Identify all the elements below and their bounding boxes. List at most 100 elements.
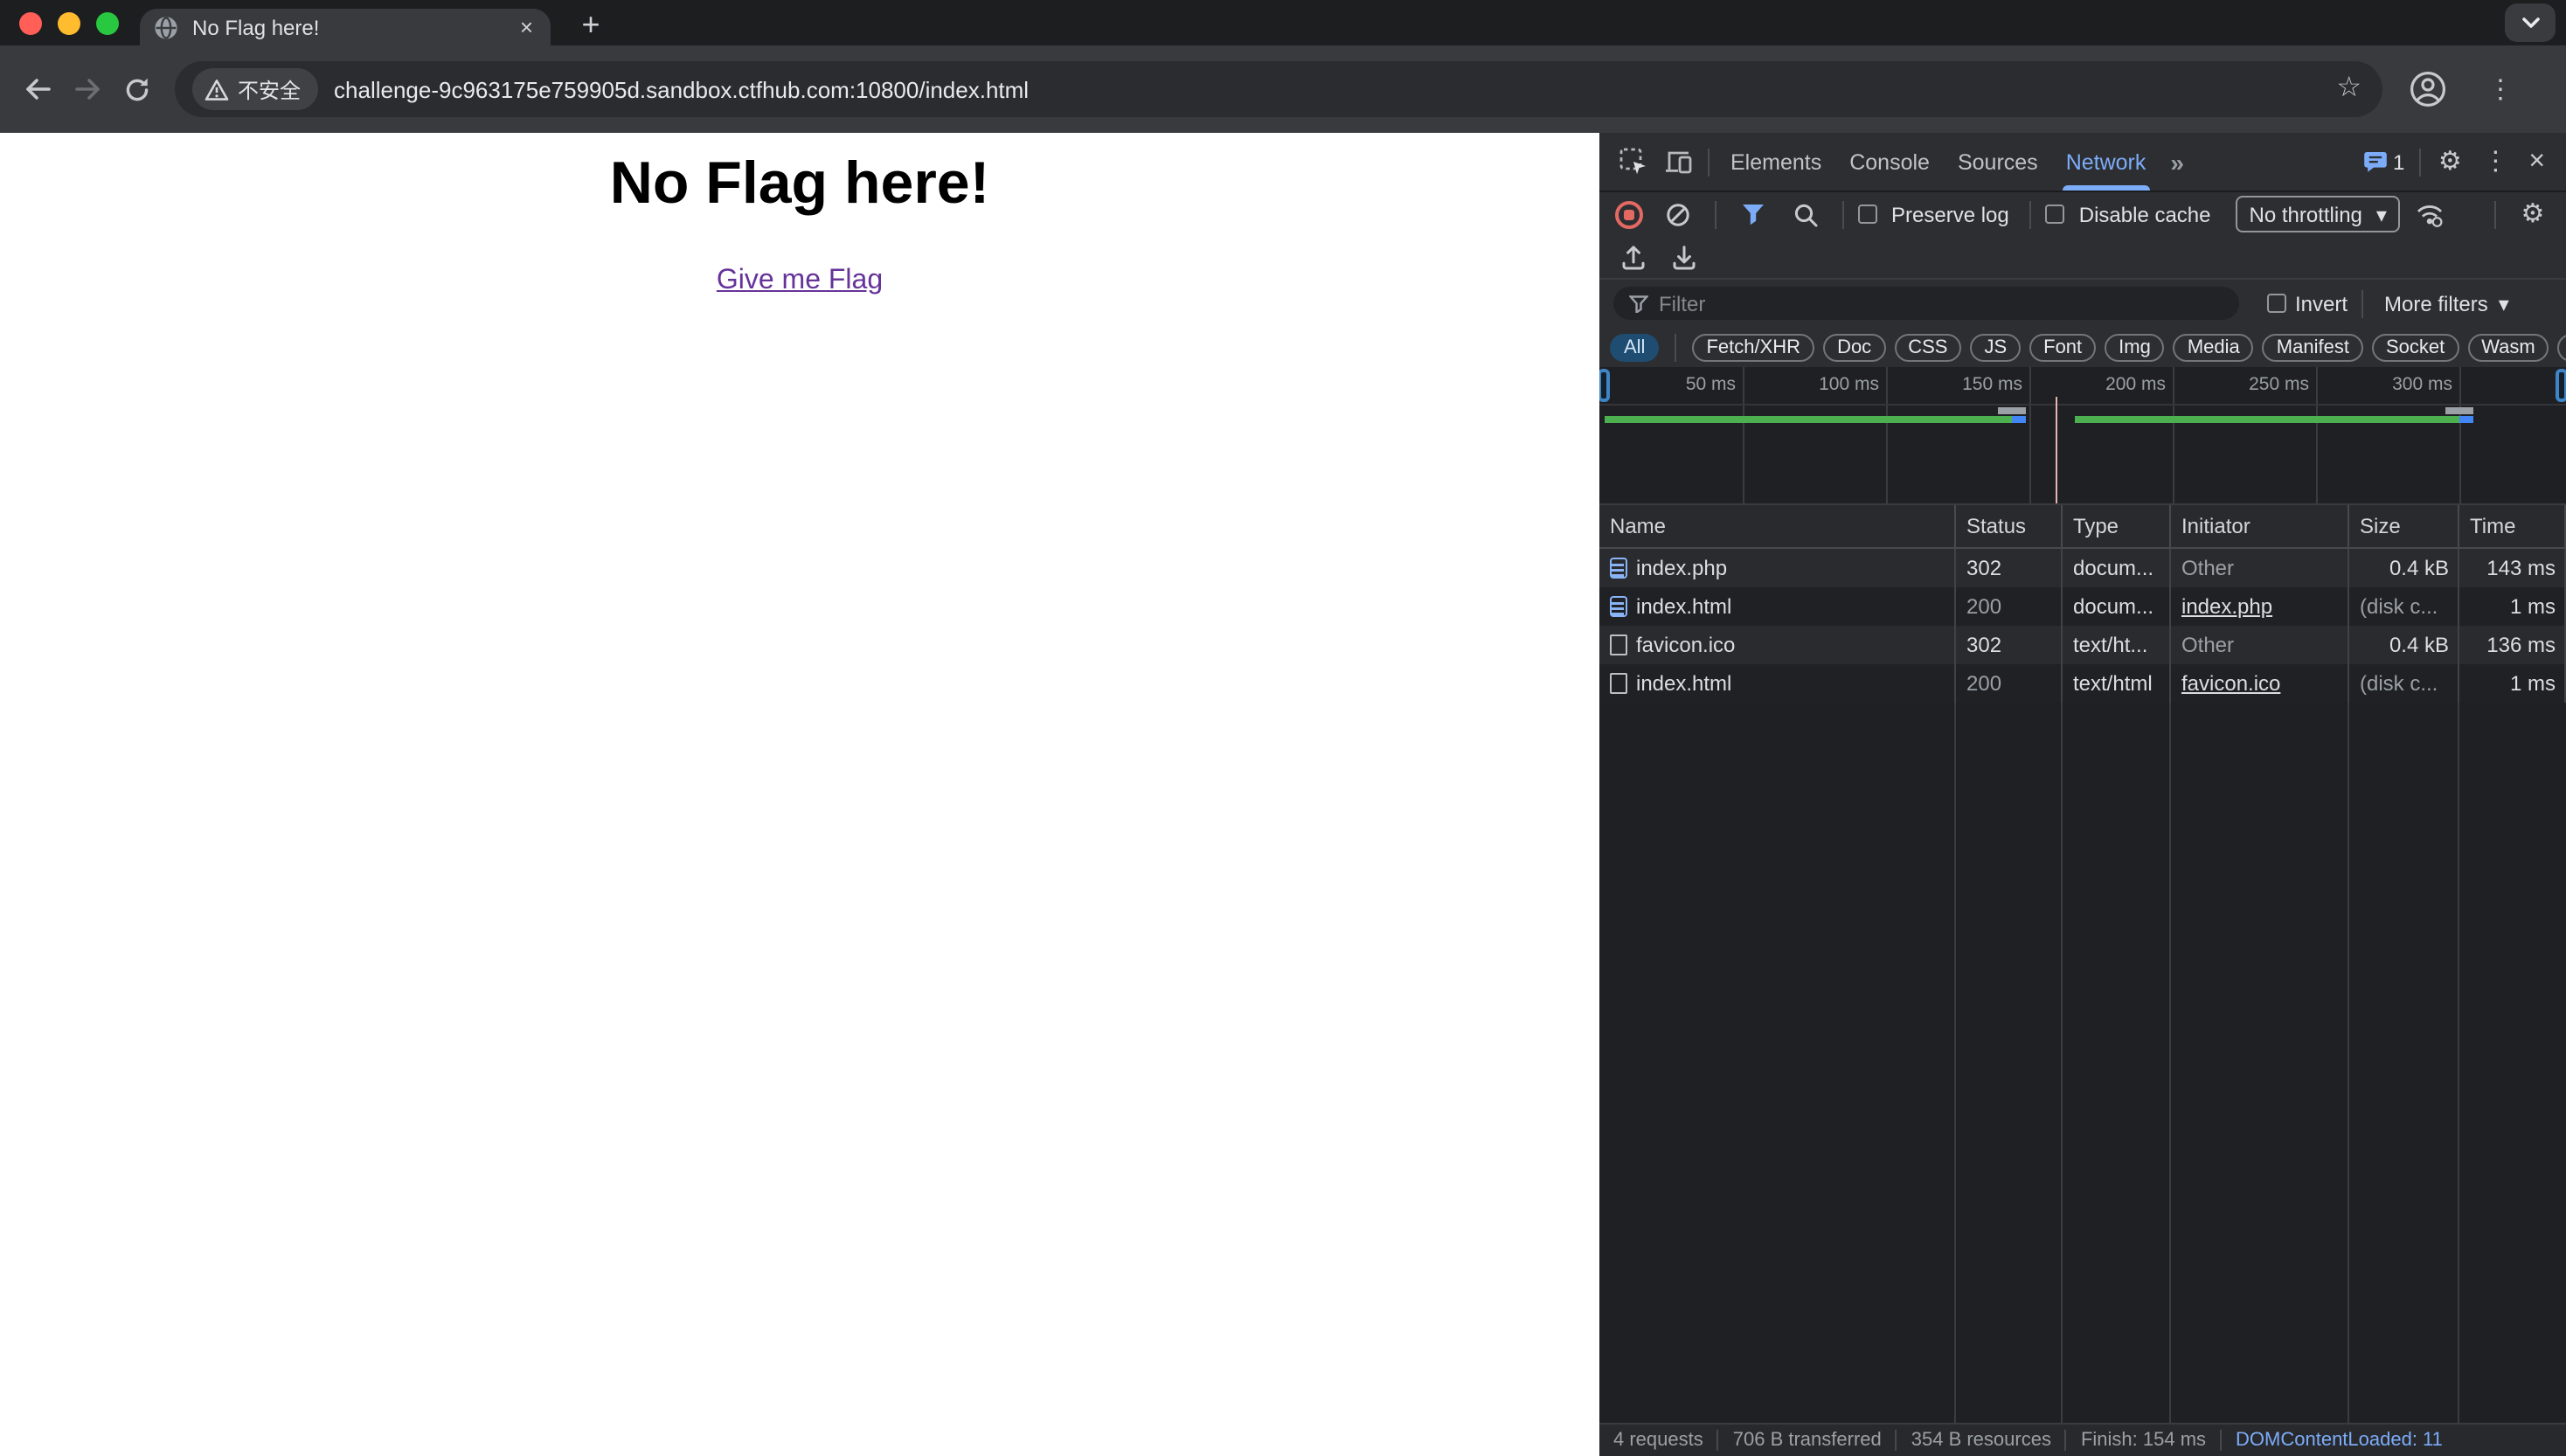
divider	[2361, 289, 2364, 317]
network-settings-gear-icon[interactable]: ⚙	[2510, 191, 2556, 237]
record-network-log-button[interactable]	[1615, 200, 1643, 228]
bookmark-star-icon[interactable]: ☆	[2336, 74, 2361, 103]
column-header-time[interactable]: Time	[2459, 505, 2566, 547]
status-item: 4 requests	[1613, 1430, 1703, 1451]
tab-search-button[interactable]	[2505, 3, 2556, 42]
overview-left-handle[interactable]	[1599, 369, 1610, 402]
devtools-tab-sources[interactable]: Sources	[1944, 133, 2052, 191]
import-har-icon[interactable]	[1620, 244, 1647, 270]
column-header-name[interactable]: Name	[1599, 505, 1956, 547]
chip-font[interactable]: Font	[2029, 333, 2097, 361]
devtools-close-icon[interactable]: ×	[2518, 146, 2556, 177]
tab-title: No Flag here!	[192, 15, 320, 39]
invert-checkbox[interactable]	[2267, 294, 2286, 313]
new-tab-button[interactable]: +	[572, 7, 610, 42]
chip-manifest[interactable]: Manifest	[2262, 333, 2363, 361]
clear-network-log-icon[interactable]	[1655, 191, 1701, 237]
column-header-initiator[interactable]: Initiator	[2171, 505, 2349, 547]
device-toolbar-icon[interactable]	[1655, 139, 1701, 184]
column-header-size[interactable]: Size	[2349, 505, 2459, 547]
chip-fetchxhr[interactable]: Fetch/XHR	[1692, 333, 1815, 361]
network-filter-input[interactable]: Filter	[1613, 287, 2239, 320]
chip-doc[interactable]: Doc	[1823, 333, 1886, 361]
requests-table-header: Name Status Type Initiator Size Time	[1599, 505, 2566, 549]
disable-cache-checkbox[interactable]	[2045, 205, 2065, 224]
reload-button[interactable]	[112, 65, 161, 114]
filter-funnel-icon[interactable]	[1730, 191, 1776, 237]
chip-all[interactable]: All	[1610, 333, 1660, 361]
table-row[interactable]: index.php 302 docum... Other 0.4 kB 143 ms	[1599, 549, 2566, 587]
devtools-tab-network[interactable]: Network	[2052, 133, 2160, 191]
cell-initiator: Other	[2171, 549, 2349, 587]
preserve-log-checkbox[interactable]	[1858, 205, 1877, 224]
initiator-link[interactable]: index.php	[2181, 594, 2272, 619]
network-conditions-icon[interactable]	[2408, 191, 2453, 237]
overview-right-handle[interactable]	[2556, 369, 2566, 402]
table-row[interactable]: index.html 200 docum... index.php (disk c...…	[1599, 587, 2566, 626]
timeline-tick-label: 100 ms	[1819, 374, 1879, 395]
initiator-link[interactable]: favicon.ico	[2181, 671, 2280, 696]
network-overview-timeline[interactable]: 50 ms 100 ms 150 ms 200 ms 250 ms 300 ms	[1599, 367, 2566, 505]
devtools-tab-bar: Elements Console Sources Network » 1 ⚙ ⋮ ×	[1599, 133, 2566, 192]
export-har-icon[interactable]	[1671, 244, 1697, 270]
url-text[interactable]: challenge-9c963175e759905d.sandbox.ctfhu…	[334, 76, 2336, 102]
timeline-tick-label: 250 ms	[2249, 374, 2309, 395]
chevron-down-icon	[2520, 16, 2541, 30]
cell-type: text/ht...	[2063, 626, 2171, 664]
chip-wasm[interactable]: Wasm	[2467, 333, 2549, 361]
cell-initiator: favicon.ico	[2171, 664, 2349, 703]
tab-close-icon[interactable]: ×	[517, 16, 537, 38]
more-tabs-icon[interactable]: »	[2160, 148, 2195, 176]
timeline-tick-label: 200 ms	[2105, 374, 2166, 395]
cell-name: index.php	[1599, 549, 1956, 587]
browser-menu-kebab-icon[interactable]: ⋮	[2487, 73, 2514, 105]
column-header-status[interactable]: Status	[1956, 505, 2063, 547]
preserve-log-label: Preserve log	[1891, 202, 2009, 226]
chip-css[interactable]: CSS	[1894, 333, 1962, 361]
document-icon	[1610, 558, 1627, 579]
chip-media[interactable]: Media	[2173, 333, 2254, 361]
browser-tab[interactable]: No Flag here! ×	[140, 9, 551, 45]
security-chip[interactable]: 不安全	[192, 68, 319, 110]
timeline-tick-label: 150 ms	[1962, 374, 2022, 395]
load-event-line	[2055, 397, 2058, 503]
table-row[interactable]: index.html 200 text/html favicon.ico (disk c…	[1599, 664, 2566, 703]
har-row	[1599, 236, 2566, 280]
inspect-element-icon[interactable]	[1610, 139, 1655, 184]
timeline-gridline	[1743, 367, 1744, 503]
chip-socket[interactable]: Socket	[2371, 333, 2459, 361]
window-close-button[interactable]	[19, 12, 42, 35]
more-filters-button[interactable]: More filters ▾	[2377, 291, 2516, 315]
devtools-menu-kebab-icon[interactable]: ⋮	[2472, 139, 2518, 184]
throttling-select[interactable]: No throttling ▾	[2235, 196, 2401, 232]
divider	[1715, 200, 1716, 228]
table-row[interactable]: favicon.ico 302 text/ht... Other 0.4 kB 136 m…	[1599, 626, 2566, 664]
status-item: Finish: 154 ms	[2080, 1430, 2207, 1451]
waterfall-blue-tip	[2012, 416, 2027, 422]
column-divider	[2458, 703, 2459, 1423]
chip-img[interactable]: Img	[2105, 333, 2165, 361]
window-minimize-button[interactable]	[58, 12, 80, 35]
address-bar[interactable]: 不安全 challenge-9c963175e759905d.sandbox.c…	[175, 61, 2382, 117]
waterfall-gray-cap	[2445, 407, 2474, 413]
issues-button[interactable]: 1	[2356, 149, 2411, 174]
search-icon[interactable]	[1783, 191, 1828, 237]
devtools-tab-elements[interactable]: Elements	[1716, 133, 1835, 191]
timeline-tick-label: 50 ms	[1685, 374, 1736, 395]
column-divider	[2061, 703, 2063, 1423]
devtools-tab-console[interactable]: Console	[1835, 133, 1944, 191]
window-zoom-button[interactable]	[96, 12, 119, 35]
column-header-type[interactable]: Type	[2063, 505, 2171, 547]
devtools-settings-gear-icon[interactable]: ⚙	[2427, 139, 2472, 184]
chip-js[interactable]: JS	[1970, 333, 2022, 361]
initiator-text: Other	[2181, 556, 2235, 580]
cell-size: (disk c...	[2349, 587, 2459, 626]
forward-button[interactable]	[63, 65, 112, 114]
divider	[1842, 200, 1844, 228]
give-me-flag-link[interactable]: Give me Flag	[717, 266, 883, 295]
profile-avatar-icon[interactable]	[2407, 68, 2449, 110]
back-button[interactable]	[14, 65, 63, 114]
timeline-gridline	[2173, 367, 2174, 503]
chip-other[interactable]: Other	[2557, 333, 2566, 361]
cell-time: 143 ms	[2459, 549, 2566, 587]
